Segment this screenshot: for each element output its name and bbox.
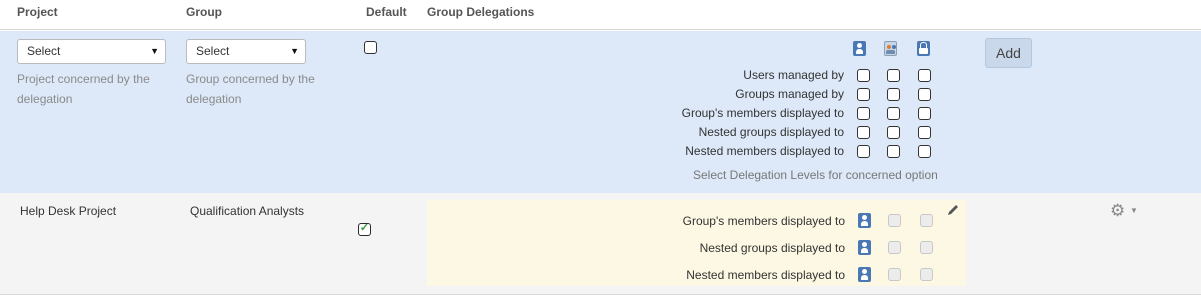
gear-icon[interactable]: ⚙ — [1110, 202, 1125, 220]
delegation-level-checkbox[interactable] — [918, 145, 931, 158]
disabled-level-checkbox — [920, 214, 933, 227]
row-group: Qualification Analysts — [190, 204, 305, 218]
row-default-checkbox[interactable]: ✓ — [358, 222, 371, 236]
table-row: Help Desk Project Qualification Analysts… — [0, 193, 1201, 295]
delegation-level-checkbox[interactable] — [857, 126, 870, 139]
delegation-hint: Select Delegation Levels for concerned o… — [693, 168, 938, 182]
column-header-default: Default — [366, 5, 407, 19]
delegation-option-label: Groups managed by — [735, 87, 844, 101]
delegation-level-checkbox[interactable] — [887, 107, 900, 120]
delegation-level-checkbox[interactable] — [918, 126, 931, 139]
row-delegation-label: Nested groups displayed to — [699, 241, 845, 255]
user-level-icon — [858, 267, 871, 282]
disabled-level-checkbox — [888, 214, 901, 227]
add-button[interactable]: Add — [985, 38, 1032, 68]
group-select-value: Select — [196, 44, 230, 58]
pencil-icon[interactable] — [946, 203, 960, 217]
delegation-level-checkbox[interactable] — [857, 69, 870, 82]
disabled-level-checkbox — [920, 241, 933, 254]
delegation-option-label: Nested members displayed to — [685, 144, 844, 158]
user-level-icon — [858, 240, 871, 255]
check-icon: ✓ — [359, 222, 370, 234]
group-level-icon — [884, 41, 897, 56]
row-delegation-label: Nested members displayed to — [686, 268, 845, 282]
row-project: Help Desk Project — [20, 204, 117, 218]
default-checkbox[interactable] — [364, 41, 377, 54]
delegation-level-checkbox[interactable] — [918, 107, 931, 120]
group-help-text: Group concerned by the delegation — [186, 72, 315, 106]
column-header-group: Group — [186, 5, 222, 19]
delegation-option-label: Users managed by — [743, 68, 844, 82]
chevron-down-icon: ▼ — [150, 46, 159, 56]
delegation-level-checkbox[interactable] — [887, 126, 900, 139]
delegation-level-checkbox[interactable] — [857, 107, 870, 120]
lock-level-icon — [917, 41, 930, 56]
disabled-level-checkbox — [888, 241, 901, 254]
delegation-level-checkbox[interactable] — [887, 69, 900, 82]
delegation-level-checkbox[interactable] — [918, 88, 931, 101]
user-level-icon — [858, 213, 871, 228]
delegation-option-label: Group's members displayed to — [681, 106, 844, 120]
disabled-level-checkbox — [888, 268, 901, 281]
table-header: Project Group Default Group Delegations — [0, 0, 1201, 30]
project-select-value: Select — [27, 44, 61, 58]
delegation-level-checkbox[interactable] — [857, 88, 870, 101]
row-delegations: Group's members displayed to Nested group… — [427, 200, 966, 286]
user-level-icon — [853, 41, 866, 56]
project-help-text: Project concerned by the delegation — [17, 72, 150, 106]
column-header-group-delegations: Group Delegations — [427, 5, 535, 19]
disabled-level-checkbox — [920, 268, 933, 281]
delegation-option-label: Nested groups displayed to — [698, 125, 844, 139]
delegation-level-checkbox[interactable] — [918, 69, 931, 82]
row-delegation-label: Group's members displayed to — [682, 214, 845, 228]
project-select[interactable]: Select ▼ — [17, 39, 166, 64]
chevron-down-icon: ▼ — [290, 46, 299, 56]
delegation-level-checkbox[interactable] — [857, 145, 870, 158]
delegation-level-checkbox[interactable] — [887, 145, 900, 158]
delegation-level-checkbox[interactable] — [887, 88, 900, 101]
chevron-down-icon[interactable]: ▼ — [1130, 206, 1138, 215]
column-header-project: Project — [17, 5, 58, 19]
add-delegation-row: Select ▼ Project concerned by the delega… — [0, 31, 1201, 193]
group-select[interactable]: Select ▼ — [186, 39, 306, 64]
